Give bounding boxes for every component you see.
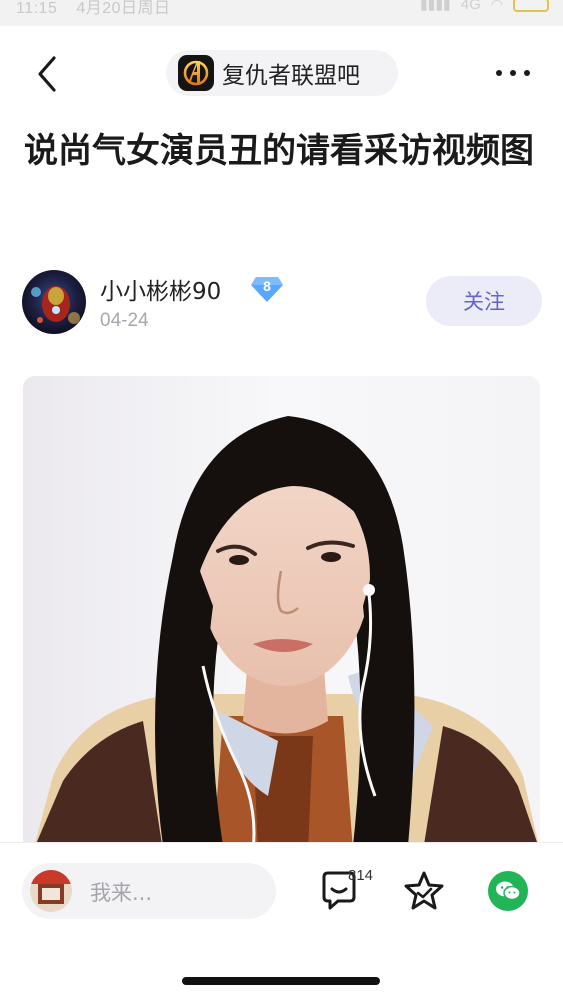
wechat-share-button[interactable] — [488, 871, 528, 911]
comment-count: 814 — [348, 867, 374, 884]
post-date: 04-24 — [100, 310, 149, 331]
status-time-text: 11:15 — [16, 0, 58, 17]
author-name[interactable]: 小小彬彬90 — [100, 272, 221, 306]
more-dots-icon — [496, 70, 530, 76]
signal-icon: ▮▮▮▮ — [419, 0, 451, 13]
more-options-button[interactable] — [493, 58, 533, 88]
user-avatar — [30, 870, 72, 912]
comment-input[interactable]: 我来... — [22, 863, 276, 919]
wifi-icon: ◠ — [490, 0, 503, 13]
status-date-text: 4月20日周日 — [76, 0, 171, 17]
favorite-button[interactable] — [402, 869, 446, 913]
nav-bar: 复仇者联盟吧 — [0, 46, 563, 102]
post-image[interactable] — [23, 376, 540, 851]
level-badge: 8 — [250, 274, 284, 304]
status-bar: 11:15 4月20日周日 ▮▮▮▮ 4G ◠ — [0, 0, 563, 26]
forum-name: 复仇者联盟吧 — [222, 63, 360, 89]
network-type: 4G — [460, 0, 481, 13]
post-title: 说尚气女演员丑的请看采访视频图 — [24, 131, 534, 171]
comment-placeholder: 我来... — [90, 881, 153, 905]
author-row: 小小彬彬90 8 04-24 关注 — [22, 268, 542, 338]
forum-link[interactable]: 复仇者联盟吧 — [166, 50, 398, 96]
bottom-bar: 我来... 814 — [0, 842, 563, 1000]
star-icon — [404, 871, 444, 910]
home-indicator[interactable] — [182, 977, 380, 985]
status-time: 11:15 4月20日周日 — [16, 0, 171, 18]
author-avatar[interactable] — [22, 270, 86, 334]
back-button[interactable] — [30, 54, 66, 94]
battery-icon — [513, 0, 549, 12]
follow-button[interactable]: 关注 — [426, 276, 542, 326]
chevron-left-icon — [38, 56, 56, 92]
level-number: 8 — [263, 278, 271, 294]
avengers-logo-icon — [178, 55, 214, 91]
wechat-icon — [496, 881, 521, 901]
status-icons: ▮▮▮▮ 4G ◠ — [420, 0, 549, 13]
